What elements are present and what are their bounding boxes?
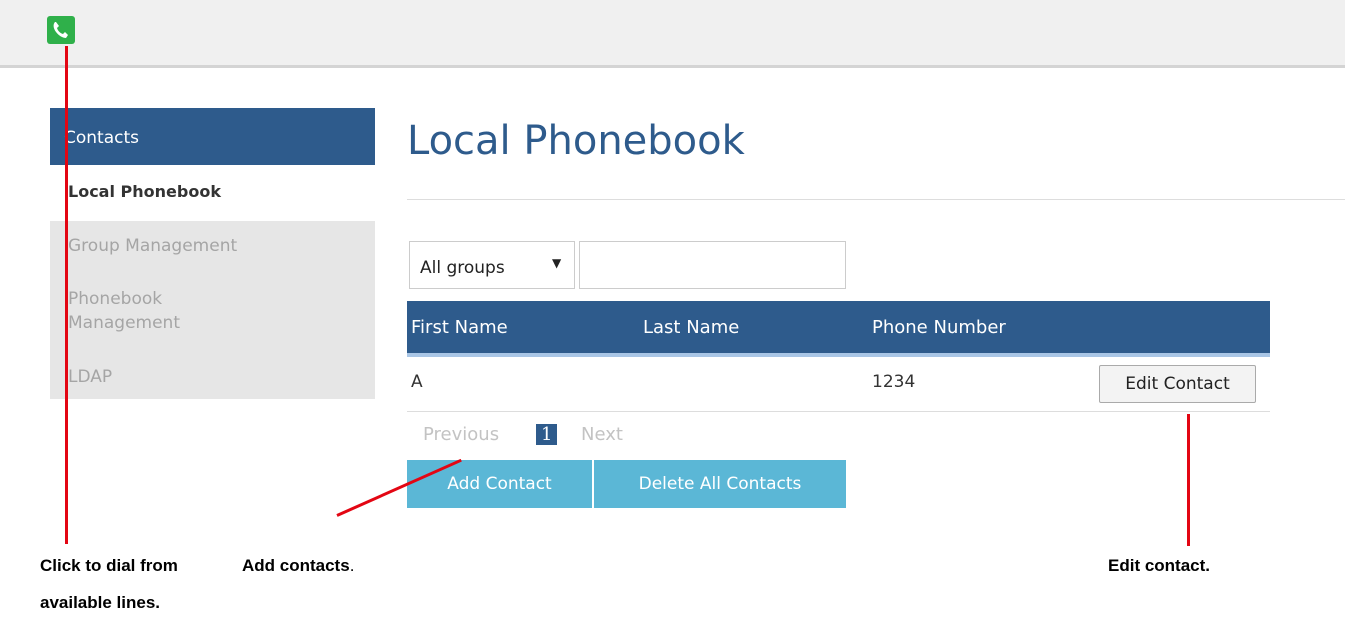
table-header: First Name Last Name Phone Number [407,301,1270,357]
sidebar-item-phonebook-management[interactable]: Phonebook Management [50,287,375,335]
top-bar [0,0,1345,68]
page-title: Local Phonebook [407,118,745,164]
add-annotation-period: . [349,556,355,575]
phone-handset-icon[interactable] [47,16,75,44]
column-header-first-name[interactable]: First Name [411,317,508,338]
search-input[interactable] [579,241,846,289]
dropdown-arrow-icon: ▼ [552,256,562,270]
table-row: A 1234 Edit Contact [407,357,1270,412]
column-header-last-name[interactable]: Last Name [643,317,739,338]
add-annotation-text: Add contacts [242,556,350,575]
group-select-value: All groups [420,258,505,278]
add-contact-button[interactable]: Add Contact [407,460,592,508]
dial-callout-line [65,46,68,544]
sidebar-header: Contacts [50,108,375,165]
edit-contact-button[interactable]: Edit Contact [1099,365,1256,403]
group-select[interactable]: All groups ▼ [409,241,575,289]
delete-all-contacts-button[interactable]: Delete All Contacts [594,460,846,508]
previous-page-link[interactable]: Previous [423,424,499,445]
column-header-phone-number[interactable]: Phone Number [872,317,1006,338]
sidebar-item-label: Phonebook [68,289,163,309]
add-annotation: Add contacts. [242,556,354,576]
cell-first-name: A [411,372,423,392]
edit-callout-line [1187,414,1190,546]
sidebar-item-group-management[interactable]: Group Management [50,234,375,258]
sidebar-item-ldap[interactable]: LDAP [50,365,375,389]
page-number-current[interactable]: 1 [536,424,558,445]
dial-annotation-line2: available lines. [40,593,161,612]
title-divider [407,199,1345,200]
edit-annotation: Edit contact. [1108,556,1211,575]
sidebar-item-label-line2: Management [68,313,180,333]
dial-annotation-line1: Click to dial from [40,556,178,575]
cell-phone-number: 1234 [872,372,916,392]
next-page-link[interactable]: Next [581,424,623,445]
sidebar-item-local-phonebook[interactable]: Local Phonebook [50,165,375,221]
